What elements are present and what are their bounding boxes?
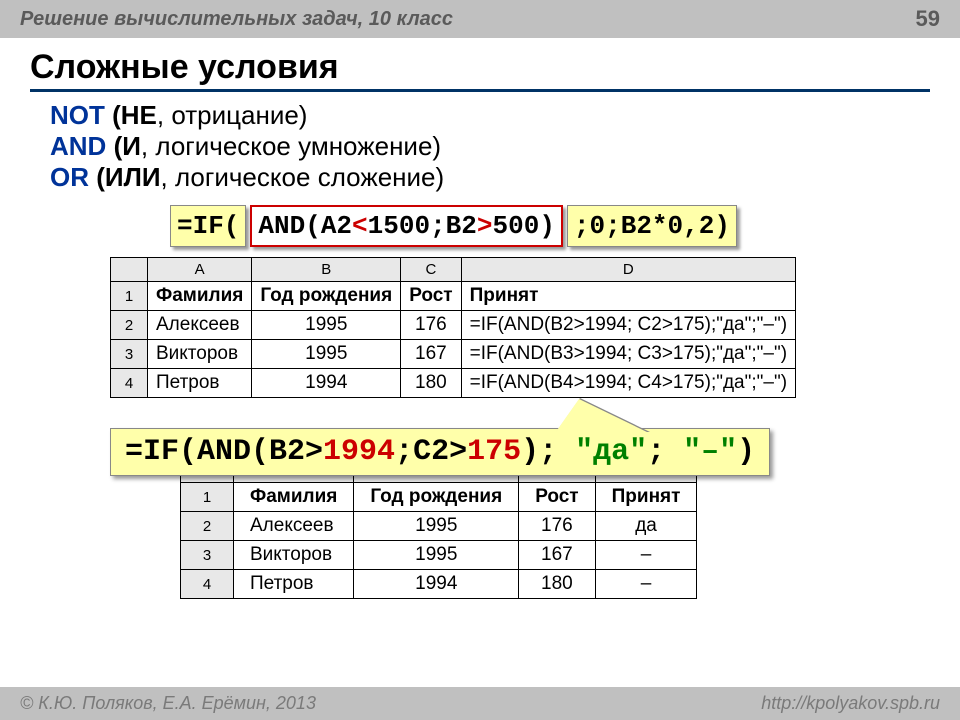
- col-a: A: [148, 258, 252, 282]
- table-row: 3 Викторов 1995 167 –: [181, 541, 697, 570]
- footer-url: http://kpolyakov.spb.ru: [761, 693, 940, 714]
- table-row: 2 Алексеев 1995 176 да: [181, 512, 697, 541]
- col-c: C: [401, 258, 461, 282]
- course-title: Решение вычислительных задач, 10 класс: [20, 8, 453, 31]
- content-area: NOT (НЕ, отрицание) AND (И, логическое у…: [0, 92, 960, 599]
- kw-and: AND: [50, 131, 106, 161]
- slide-footer: © К.Ю. Поляков, Е.А. Ерёмин, 2013 http:/…: [0, 687, 960, 720]
- spreadsheet-results: A B C D 1 Фамилия Год рождения Рост Прин…: [180, 458, 697, 599]
- bullet-or: OR (ИЛИ, логическое сложение): [50, 162, 930, 193]
- formula-callout: =IF(AND(B2>1994;C2>175); "да"; "–"): [110, 428, 770, 476]
- table-row: 1 Фамилия Год рождения Рост Принят: [181, 483, 697, 512]
- kw-not: NOT: [50, 100, 105, 130]
- table-row: 1 Фамилия Год рождения Рост Принят: [111, 282, 796, 311]
- copyright: © К.Ю. Поляков, Е.А. Ерёмин, 2013: [20, 693, 316, 714]
- slide-title: Сложные условия: [30, 48, 930, 92]
- slide-header: Решение вычислительных задач, 10 класс 5…: [0, 0, 960, 38]
- table-row: 2 Алексеев 1995 176 =IF(AND(B2>1994; C2>…: [111, 311, 796, 340]
- formula-if-example: =IF( AND(A2<1500;B2>500) ;0;B2*0,2): [170, 205, 930, 247]
- col-corner: [111, 258, 148, 282]
- table-row: 4 Петров 1994 180 =IF(AND(B4>1994; C4>17…: [111, 369, 796, 398]
- col-d: D: [461, 258, 795, 282]
- bullet-not: NOT (НЕ, отрицание): [50, 100, 930, 131]
- table-row: 4 Петров 1994 180 –: [181, 570, 697, 599]
- spreadsheet-formulas: A B C D 1 Фамилия Год рождения Рост Прин…: [110, 257, 796, 398]
- bullet-and: AND (И, логическое умножение): [50, 131, 930, 162]
- table-row: 3 Викторов 1995 167 =IF(AND(B3>1994; C3>…: [111, 340, 796, 369]
- formula-right: ;0;B2*0,2): [567, 205, 737, 247]
- kw-or: OR: [50, 162, 89, 192]
- col-b: B: [252, 258, 401, 282]
- formula-left: =IF(: [170, 205, 246, 247]
- formula-condition: AND(A2<1500;B2>500): [250, 205, 563, 247]
- page-number: 59: [916, 6, 940, 32]
